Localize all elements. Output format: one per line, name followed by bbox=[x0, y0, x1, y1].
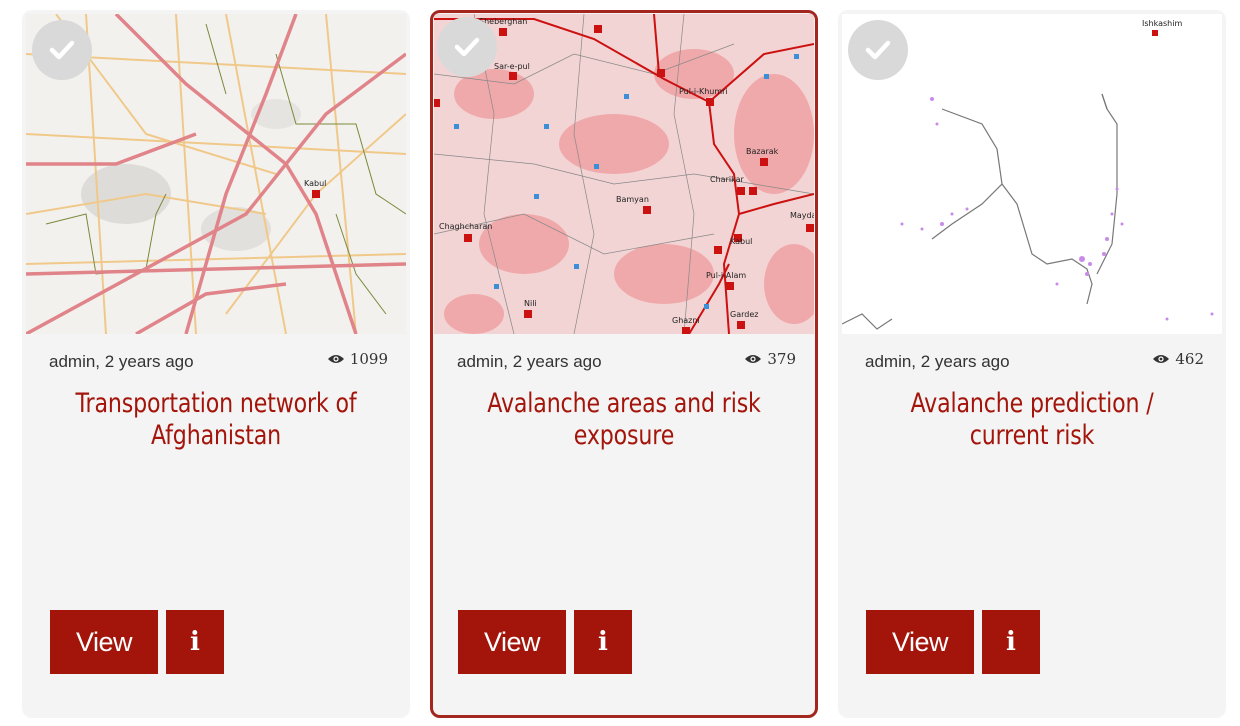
map-card-avalanche-areas[interactable]: Sheberghan Sar-e-pul Pul-i-Khumri Bazara… bbox=[430, 10, 818, 718]
select-check-icon[interactable] bbox=[848, 20, 908, 80]
view-count-value: 462 bbox=[1175, 350, 1204, 368]
view-count: 462 bbox=[1152, 350, 1204, 368]
view-count: 1099 bbox=[327, 350, 388, 368]
view-count-value: 1099 bbox=[349, 350, 388, 368]
map-label: Sar-e-pul bbox=[494, 62, 530, 71]
card-author-date: admin, 2 years ago bbox=[457, 352, 602, 371]
view-count-value: 379 bbox=[767, 350, 796, 368]
map-label: Chaghcharan bbox=[439, 222, 492, 231]
view-button[interactable]: View bbox=[458, 610, 566, 674]
map-label: Pul-i-Alam bbox=[706, 271, 746, 280]
map-label: Bamyan bbox=[616, 195, 649, 204]
view-button[interactable]: View bbox=[866, 610, 974, 674]
select-check-icon[interactable] bbox=[437, 17, 497, 77]
info-button[interactable]: i bbox=[574, 610, 632, 674]
map-label: Pul-i-Khumri bbox=[679, 87, 728, 96]
info-icon: i bbox=[598, 627, 608, 657]
map-thumbnail[interactable]: Ishkashim bbox=[842, 14, 1222, 334]
eye-icon bbox=[1153, 355, 1170, 363]
map-label: Kabul bbox=[730, 237, 752, 246]
map-thumbnail[interactable]: Sheberghan Sar-e-pul Pul-i-Khumri Bazara… bbox=[434, 14, 814, 334]
eye-icon bbox=[745, 355, 762, 363]
card-author-date: admin, 2 years ago bbox=[865, 352, 1010, 371]
info-button[interactable]: i bbox=[982, 610, 1040, 674]
map-label: Bazarak bbox=[746, 147, 779, 156]
card-title[interactable]: Avalanche areas and risk exposure bbox=[484, 388, 764, 452]
card-author-date: admin, 2 years ago bbox=[49, 352, 194, 371]
map-label: Mayda bbox=[790, 211, 814, 220]
map-label: Ishkashim bbox=[1142, 19, 1182, 28]
map-thumbnail[interactable]: Kabul bbox=[26, 14, 406, 334]
view-button[interactable]: View bbox=[50, 610, 158, 674]
map-label: Charikar bbox=[710, 175, 744, 184]
select-check-icon[interactable] bbox=[32, 20, 92, 80]
view-count: 379 bbox=[744, 350, 796, 368]
map-label: Kabul bbox=[304, 179, 326, 188]
info-icon: i bbox=[190, 627, 200, 657]
map-card-avalanche-prediction[interactable]: Ishkashim admin, 2 years ago 462 Avalanc… bbox=[838, 10, 1226, 718]
card-title[interactable]: Avalanche prediction / current risk bbox=[889, 388, 1174, 452]
map-card-transportation[interactable]: Kabul admin, 2 years ago 1099 Transporta… bbox=[22, 10, 410, 718]
info-icon: i bbox=[1006, 627, 1016, 657]
card-title[interactable]: Transportation network of Afghanistan bbox=[73, 388, 358, 452]
map-label: Gardez bbox=[730, 310, 758, 319]
map-label: Ghazni bbox=[672, 316, 700, 325]
info-button[interactable]: i bbox=[166, 610, 224, 674]
map-label: Nili bbox=[524, 299, 537, 308]
eye-icon bbox=[327, 355, 344, 363]
